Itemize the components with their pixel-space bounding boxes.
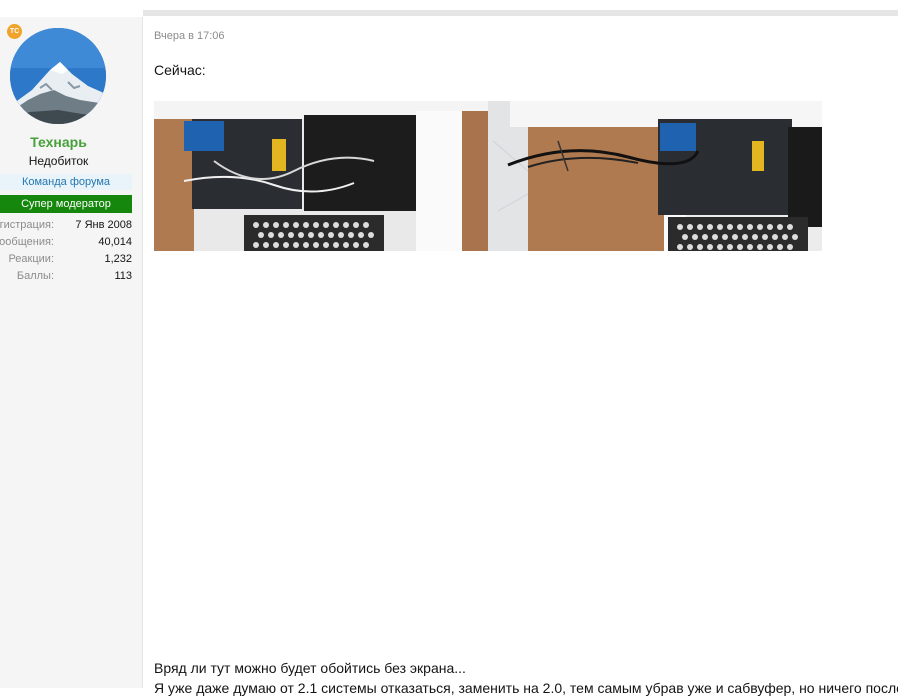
user-avatar[interactable] [10,28,106,124]
stat-label: Сообщения: [0,236,54,248]
message-content: Вчера в 17:06 Сейчас: Вряд ли тут можно … [143,17,898,696]
post-text-line-2: Я уже даже думаю от 2.1 системы отказать… [154,680,898,696]
stat-value[interactable]: 40,014 [98,236,132,248]
stat-value: 1,232 [104,253,132,265]
username[interactable]: Технарь [0,134,117,150]
stat-row-messages: Сообщения: 40,014 [0,236,132,253]
previous-post-border [143,10,898,16]
post-date[interactable]: Вчера в 17:06 [154,30,225,42]
stat-value: 7 Янв 2008 [75,219,132,231]
attachment-photo-2[interactable] [488,101,822,251]
user-title: Недобиток [28,154,89,168]
stat-row-points: Баллы: 113 [0,270,132,287]
stat-row-reactions: Реакции: 1,232 [0,253,132,270]
topic-starter-badge: TC [7,24,22,39]
top-divider-strip [0,0,898,17]
photo-under-desk-computer-icon [154,101,488,251]
post-intro-text: Сейчас: [154,62,206,78]
stat-label: Баллы: [16,270,54,282]
banner-forum-team: Команда форума [0,174,132,190]
message-user-sidebar: TC Технарь Недобиток Команда форума Супе… [0,17,143,688]
banner-super-moderator: Супер модератор [0,195,132,213]
stat-value[interactable]: 113 [114,270,132,282]
attachment-photo-1[interactable] [154,101,488,251]
user-stats: Регистрация: 7 Янв 2008 Сообщения: 40,01… [0,219,132,287]
stat-label: Реакции: [8,253,54,265]
mountain-avatar-image [10,28,106,124]
stat-label: Регистрация: [0,219,54,231]
post-text-line-1: Вряд ли тут можно будет обойтись без экр… [154,660,466,676]
stat-row-registration: Регистрация: 7 Янв 2008 [0,219,132,236]
photo-under-desk-cables-icon [488,101,822,251]
